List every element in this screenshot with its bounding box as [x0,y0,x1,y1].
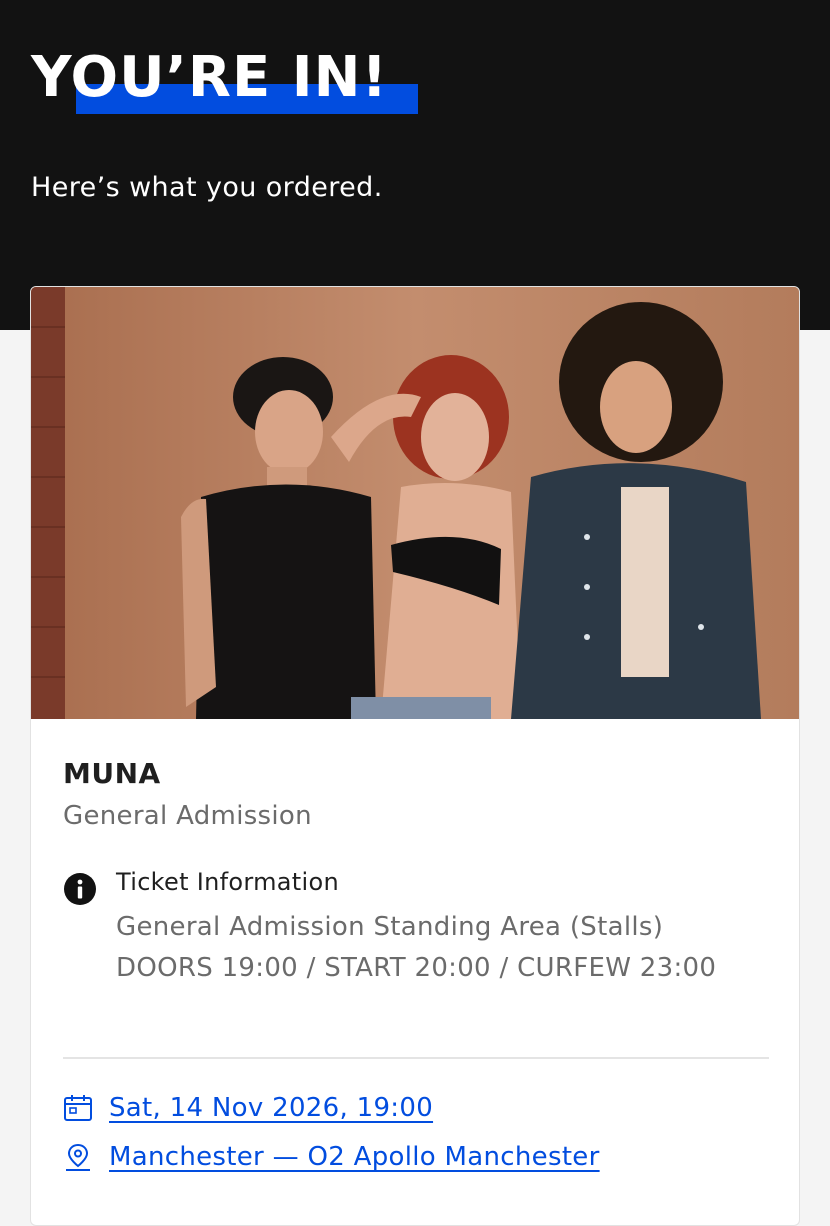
calendar-icon [64,1095,92,1121]
ticket-info-details: General Admission Standing Area (Stalls)… [116,907,736,989]
ticket-type: General Admission [63,801,312,831]
order-card: MUNA General Admission Ticket Informatio… [30,286,800,1226]
header-banner: YOU’RE IN! Here’s what you ordered. [0,0,830,330]
page-title: YOU’RE IN! [31,45,389,110]
event-venue-link[interactable]: Manchester — O2 Apollo Manchester [109,1142,600,1172]
ticket-info-area: General Admission Standing Area (Stalls) [116,912,664,942]
event-venue-row[interactable]: Manchester — O2 Apollo Manchester [63,1142,600,1172]
map-pin-icon [66,1143,90,1171]
info-icon [64,873,96,905]
event-date-link[interactable]: Sat, 14 Nov 2026, 19:00 [109,1093,433,1123]
page-subtitle: Here’s what you ordered. [31,172,383,203]
event-image [31,287,799,719]
headline-wrap: YOU’RE IN! [31,40,418,116]
ticket-info-times: DOORS 19:00 / START 20:00 / CURFEW 23:00 [116,953,717,983]
event-name: MUNA [63,757,161,790]
event-date-row[interactable]: Sat, 14 Nov 2026, 19:00 [63,1093,433,1123]
ticket-info-title: Ticket Information [116,868,339,896]
divider [63,1057,769,1059]
